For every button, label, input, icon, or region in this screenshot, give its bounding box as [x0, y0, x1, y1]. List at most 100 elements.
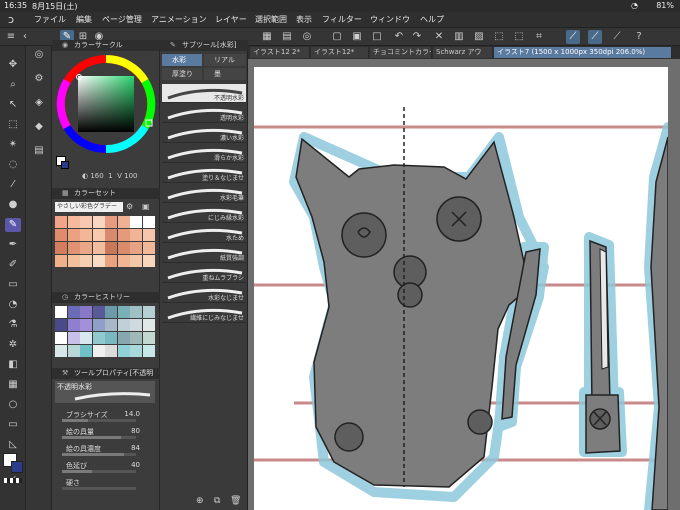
auto-select-icon[interactable]: ✴	[5, 138, 21, 152]
menu-page[interactable]: ページ管理	[102, 14, 142, 25]
tool-property-row[interactable]: 絵の具濃度 84	[56, 442, 156, 456]
redo-icon[interactable]: ↷	[410, 30, 424, 44]
history-swatch[interactable]	[80, 319, 92, 331]
tab-doc-active[interactable]: イラスト7 (1500 x 1000px 350dpi 206.0%)	[494, 47, 672, 58]
history-swatch[interactable]	[92, 345, 105, 357]
property-slider[interactable]	[62, 419, 136, 422]
color-set-swatch[interactable]	[67, 242, 80, 254]
tool-icon-a[interactable]: ▦	[260, 30, 274, 44]
history-swatch[interactable]	[67, 306, 80, 318]
subtool-tab-ink[interactable]: 墨	[204, 68, 246, 80]
color-wheel[interactable]	[54, 54, 158, 164]
color-set-header[interactable]: ▦ カラーセット	[52, 188, 160, 199]
history-swatch[interactable]	[130, 319, 142, 331]
color-set-swatch[interactable]	[92, 255, 105, 267]
brush-item[interactable]: にじみ縁水彩	[162, 204, 246, 223]
airbrush-icon[interactable]: ⚗	[5, 318, 21, 332]
transparent-swatch[interactable]	[4, 478, 22, 483]
eyedropper-icon[interactable]: ⁄	[5, 178, 21, 192]
square-icon[interactable]: □	[370, 30, 384, 44]
menu-file[interactable]: ファイル	[34, 14, 66, 25]
color-set-swatch[interactable]	[130, 216, 142, 228]
color-set-swatch[interactable]	[92, 216, 105, 228]
history-swatch[interactable]	[55, 319, 67, 331]
copy-subtool-icon[interactable]: ⧉	[214, 496, 220, 506]
zoom-icon[interactable]: ⌕	[5, 78, 21, 92]
history-swatch[interactable]	[67, 345, 80, 357]
tab-doc[interactable]: イラスト12*	[311, 47, 369, 58]
material-icon[interactable]: ⚙	[31, 72, 47, 86]
app-logo-icon[interactable]: ↄ	[8, 13, 22, 27]
color-set-swatch[interactable]	[117, 229, 130, 241]
layer-icon[interactable]: ▣	[350, 30, 364, 44]
artwork[interactable]	[254, 67, 668, 510]
drop-icon[interactable]: ●	[5, 198, 21, 212]
history-swatch[interactable]	[142, 332, 155, 344]
color-set-swatch[interactable]	[105, 229, 117, 241]
history-swatch[interactable]	[80, 345, 92, 357]
trash-icon[interactable]: ✕	[432, 30, 446, 44]
deselect-icon[interactable]: ⬚	[512, 30, 526, 44]
property-slider[interactable]	[62, 470, 136, 473]
color-set-swatch[interactable]	[117, 242, 130, 254]
color-set-dropdown[interactable]: やさしい彩色グラデー	[55, 202, 123, 212]
color-set-swatch[interactable]	[105, 216, 117, 228]
brush-icon[interactable]: ✎	[5, 218, 21, 232]
color-set-swatch[interactable]	[80, 216, 92, 228]
history-swatch[interactable]	[130, 345, 142, 357]
color-set-swatch[interactable]	[105, 242, 117, 254]
layers-stack-icon[interactable]: ◈	[31, 96, 47, 110]
property-slider[interactable]	[62, 453, 136, 456]
pen-icon[interactable]: ✒	[5, 238, 21, 252]
ruler-snap-icon[interactable]: ⟋	[588, 30, 602, 44]
3d-icon[interactable]: ◆	[31, 120, 47, 134]
frame-icon[interactable]: ▭	[5, 418, 21, 432]
history-swatch[interactable]	[80, 332, 92, 344]
subtool-tab-thick[interactable]: 厚塗り	[162, 68, 202, 80]
fill-bucket-icon[interactable]: ◧	[5, 358, 21, 372]
history-swatch[interactable]	[92, 319, 105, 331]
tool-property-row[interactable]: 硬さ	[56, 476, 156, 490]
menu-window[interactable]: ウィンドウ	[370, 14, 410, 25]
brush-item[interactable]: 水彩なじませ	[162, 284, 246, 303]
subtool-tab-watercolor[interactable]: 水彩	[162, 54, 202, 66]
color-set-swatch[interactable]	[142, 229, 155, 241]
help-icon[interactable]: ?	[632, 30, 646, 44]
history-swatch[interactable]	[117, 306, 130, 318]
sub-color-swatch[interactable]	[11, 461, 23, 473]
eraser-icon[interactable]: ▭	[5, 278, 21, 292]
color-set-add-icon[interactable]: ▣	[142, 202, 150, 211]
brush-item[interactable]: 滑らか水彩	[162, 144, 246, 163]
clear-icon[interactable]: ▢	[330, 30, 344, 44]
history-swatch[interactable]	[142, 319, 155, 331]
menu-view[interactable]: 表示	[296, 14, 312, 25]
history-swatch[interactable]	[105, 306, 117, 318]
menu-animation[interactable]: アニメーション	[151, 14, 207, 25]
color-set-swatch[interactable]	[55, 229, 67, 241]
menu-edit[interactable]: 編集	[76, 14, 92, 25]
page-icon[interactable]: ▤	[31, 144, 47, 158]
delete-subtool-icon[interactable]: 🗑	[230, 496, 241, 506]
ruler-icon[interactable]: ⟋	[566, 30, 580, 44]
pencil-icon[interactable]: ✐	[5, 258, 21, 272]
brush-item[interactable]: 繊維にじみなじませ	[162, 304, 246, 323]
history-swatch[interactable]	[92, 332, 105, 344]
history-swatch[interactable]	[55, 345, 67, 357]
history-swatch[interactable]	[105, 319, 117, 331]
color-set-swatch[interactable]	[130, 255, 142, 267]
history-swatch[interactable]	[117, 332, 130, 344]
history-swatch[interactable]	[117, 345, 130, 357]
select-icon[interactable]: ⬚	[492, 30, 506, 44]
canvas-area[interactable]	[248, 59, 680, 510]
menu-layer[interactable]: レイヤー	[215, 14, 247, 25]
color-set-swatch[interactable]	[142, 255, 155, 267]
move-icon[interactable]: ✥	[5, 58, 21, 72]
menu-help[interactable]: ヘルプ	[420, 14, 444, 25]
tool-icon-b[interactable]: ▤	[280, 30, 294, 44]
brush-item[interactable]: 重ねムラブラシ	[162, 264, 246, 283]
color-set-swatch[interactable]	[117, 255, 130, 267]
history-swatch[interactable]	[130, 332, 142, 344]
tool-icon-c[interactable]: ◎	[300, 30, 314, 44]
color-set-swatch[interactable]	[105, 255, 117, 267]
color-set-swatch[interactable]	[80, 255, 92, 267]
